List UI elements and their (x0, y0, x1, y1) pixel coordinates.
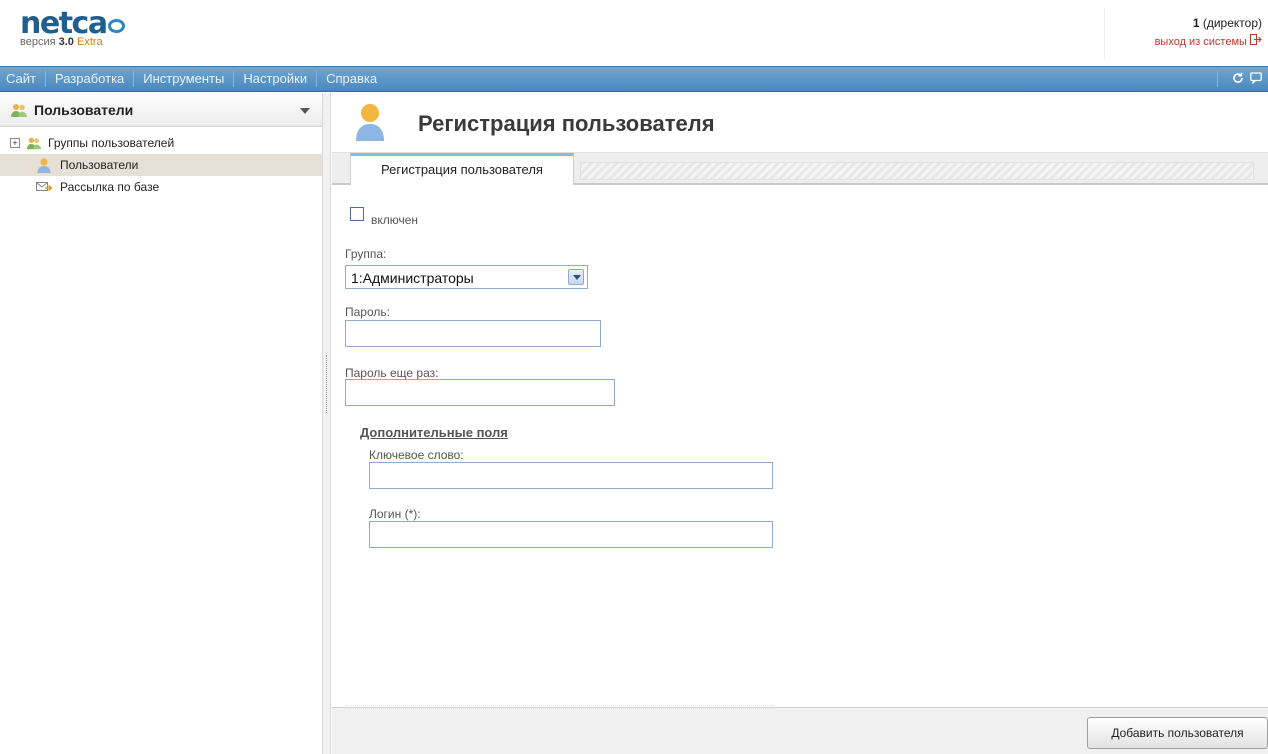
netcat-logo[interactable]: netca (20, 9, 125, 39)
logout-label: выход из системы (1154, 36, 1247, 48)
menu-item-help[interactable]: Справка (317, 71, 386, 87)
user-role: (директор) (1202, 16, 1262, 30)
password-repeat-input[interactable] (345, 379, 615, 406)
sidebar-item-users[interactable]: Пользователи (0, 154, 322, 176)
user-id: 1 (1192, 16, 1200, 30)
menu-item-site[interactable]: Сайт (6, 71, 46, 87)
sidebar-item-label: Пользователи (60, 158, 139, 172)
user-panel: 1 (директор) выход из системы (1104, 8, 1268, 60)
login-input[interactable] (369, 521, 773, 548)
sidebar-item-label: Рассылка по базе (60, 180, 160, 194)
password-repeat-label: Пароль еще раз: (345, 366, 439, 380)
user-icon (36, 157, 52, 173)
menu-item-settings[interactable]: Настройки (234, 71, 318, 87)
splitter-grip[interactable] (326, 355, 328, 413)
expand-icon[interactable]: + (10, 138, 20, 148)
tab-user-registration[interactable]: Регистрация пользователя (350, 153, 574, 185)
content-divider (346, 705, 774, 706)
menu-divider (1217, 71, 1218, 87)
user-icon (354, 101, 386, 141)
sidebar-item-mailing[interactable]: Рассылка по базе (0, 176, 322, 198)
group-select-value: 1:Администраторы (351, 270, 474, 286)
version-info: версия 3.0 Extra (20, 36, 103, 48)
cat-logo-icon (107, 19, 125, 33)
chat-icon[interactable] (1250, 71, 1262, 87)
version-prefix: версия (20, 36, 56, 48)
mail-send-icon (36, 179, 53, 195)
menu-item-tools[interactable]: Инструменты (134, 71, 235, 87)
sidebar-header[interactable]: Пользователи (0, 93, 322, 127)
sidebar-title: Пользователи (34, 102, 134, 118)
version-edition: Extra (76, 36, 103, 48)
sidebar: Пользователи + Группы пользователей Поль… (0, 93, 322, 754)
chevron-down-icon[interactable] (300, 108, 310, 114)
logout-icon (1250, 34, 1262, 48)
login-label: Логин (*): (369, 507, 421, 521)
sidebar-item-label: Группы пользователей (48, 136, 175, 150)
keyword-input[interactable] (369, 462, 773, 489)
refresh-icon[interactable] (1232, 72, 1244, 87)
password-label: Пароль: (345, 305, 390, 319)
logout-link[interactable]: выход из системы (1105, 34, 1262, 48)
sidebar-item-user-groups[interactable]: + Группы пользователей (0, 132, 322, 154)
chevron-down-icon[interactable] (568, 269, 584, 285)
group-label: Группа: (345, 247, 387, 261)
panel-splitter[interactable] (322, 93, 331, 754)
page-title: Регистрация пользователя (418, 111, 715, 136)
users-group-icon (26, 135, 42, 151)
enabled-label: включен (371, 213, 419, 227)
extra-fields-link[interactable]: Дополнительные поля (360, 425, 508, 440)
main-panel: Регистрация пользователя Регистрация пол… (332, 93, 1268, 754)
app-header: netca версия 3.0 Extra 1 (директор) выхо… (0, 0, 1268, 66)
enabled-checkbox[interactable] (350, 207, 364, 221)
menu-tools (1217, 71, 1262, 87)
main-menu-bar: Сайт Разработка Инструменты Настройки Сп… (0, 66, 1268, 92)
users-group-icon (10, 102, 28, 118)
page-header: Регистрация пользователя (332, 93, 1268, 153)
tab-bar: Регистрация пользователя (332, 153, 1268, 185)
add-user-button[interactable]: Добавить пользователя (1087, 717, 1268, 749)
menu-item-development[interactable]: Разработка (46, 71, 135, 87)
version-number: 3.0 (58, 36, 74, 48)
current-user: 1 (директор) (1105, 16, 1262, 30)
tab-strip-filler (580, 162, 1254, 180)
keyword-label: Ключевое слово: (369, 448, 464, 462)
password-input[interactable] (345, 320, 601, 347)
form-footer: Добавить пользователя (332, 707, 1268, 754)
group-select[interactable]: 1:Администраторы (345, 265, 588, 289)
